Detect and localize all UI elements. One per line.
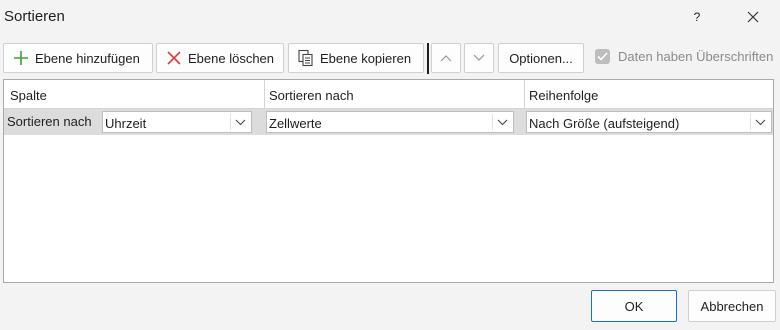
column-header-column: Spalte bbox=[10, 88, 47, 103]
column-divider bbox=[524, 80, 525, 108]
copy-level-label: Ebene kopieren bbox=[320, 50, 412, 66]
chevron-down-icon bbox=[231, 112, 249, 132]
cancel-button[interactable]: Abbrechen bbox=[688, 290, 776, 322]
column-select[interactable]: Uhrzeit bbox=[102, 111, 252, 133]
help-button[interactable]: ? bbox=[684, 6, 710, 28]
cancel-label: Abbrechen bbox=[700, 298, 764, 314]
headers-checkbox[interactable]: Daten haben Überschriften bbox=[593, 49, 773, 64]
headers-checkbox-label: Daten haben Überschriften bbox=[618, 49, 774, 64]
chevron-down-icon bbox=[751, 112, 769, 132]
options-button[interactable]: Optionen... bbox=[498, 43, 584, 73]
order-select[interactable]: Nach Größe (aufsteigend) bbox=[526, 111, 772, 133]
move-down-button[interactable] bbox=[464, 43, 494, 73]
sort-levels-grid: Spalte Sortieren nach Reihenfolge Sortie… bbox=[3, 79, 774, 283]
ok-label: OK bbox=[624, 298, 644, 314]
column-divider bbox=[264, 80, 265, 108]
order-select-value: Nach Größe (aufsteigend) bbox=[529, 116, 680, 131]
add-level-label: Ebene hinzufügen bbox=[35, 50, 140, 66]
delete-level-label: Ebene löschen bbox=[188, 50, 275, 66]
ok-button[interactable]: OK bbox=[591, 290, 677, 322]
dialog-title: Sortieren bbox=[4, 8, 65, 25]
row-label: Sortieren nach bbox=[7, 114, 92, 129]
chevron-down-icon bbox=[493, 112, 511, 132]
sort-on-select-value: Zellwerte bbox=[269, 116, 322, 131]
delete-level-button[interactable]: Ebene löschen bbox=[156, 43, 284, 73]
toolbar: Ebene hinzufügen Ebene löschen Ebene kop… bbox=[3, 43, 779, 75]
column-header-sort-on: Sortieren nach bbox=[269, 88, 354, 103]
column-select-value: Uhrzeit bbox=[105, 116, 147, 131]
copy-icon bbox=[297, 49, 315, 67]
sort-level-row[interactable]: Sortieren nach Uhrzeit Zellwerte Nach Gr… bbox=[4, 109, 773, 135]
title-bar: Sortieren ? bbox=[0, 0, 780, 34]
move-up-button[interactable] bbox=[431, 43, 461, 73]
chevron-up-icon bbox=[440, 55, 452, 62]
column-header-order: Reihenfolge bbox=[529, 88, 599, 103]
toolbar-separator bbox=[427, 43, 429, 74]
check-icon bbox=[595, 49, 610, 64]
close-button[interactable] bbox=[740, 6, 766, 28]
plus-icon bbox=[12, 49, 30, 67]
options-label: Optionen... bbox=[509, 50, 573, 66]
copy-level-button[interactable]: Ebene kopieren bbox=[288, 43, 424, 73]
x-icon bbox=[165, 49, 183, 67]
sort-on-select[interactable]: Zellwerte bbox=[266, 111, 514, 133]
add-level-button[interactable]: Ebene hinzufügen bbox=[3, 43, 153, 73]
close-icon bbox=[747, 11, 759, 23]
chevron-down-icon bbox=[473, 54, 485, 61]
